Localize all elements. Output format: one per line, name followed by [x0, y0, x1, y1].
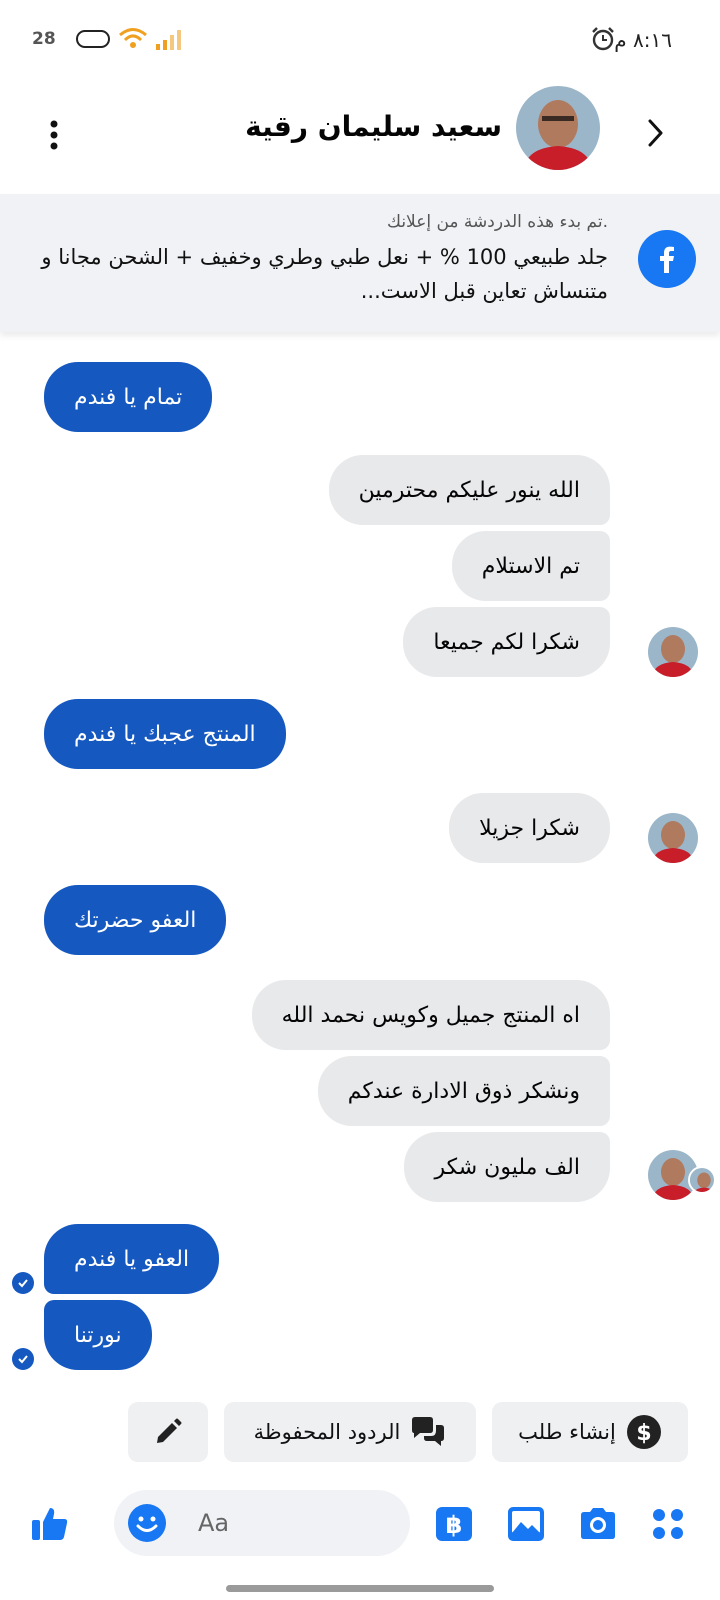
- alarm-icon: [592, 27, 614, 51]
- edit-button[interactable]: [128, 1402, 208, 1462]
- back-button[interactable]: [630, 108, 680, 158]
- saved-replies-button[interactable]: الردود المحفوظة: [224, 1402, 476, 1462]
- message-input[interactable]: [198, 1490, 388, 1556]
- gallery-button[interactable]: [504, 1502, 548, 1546]
- dollar-icon: $: [626, 1415, 661, 1449]
- delivered-check-icon: [12, 1348, 34, 1370]
- sender-avatar[interactable]: [648, 813, 698, 863]
- create-order-label: إنشاء طلب: [518, 1420, 616, 1444]
- camera-icon: [581, 1508, 615, 1539]
- back-icon: [648, 119, 663, 147]
- home-indicator[interactable]: [226, 1585, 494, 1592]
- sent-message[interactable]: نورتنا: [44, 1300, 152, 1370]
- signal-icon: [156, 30, 181, 50]
- received-message[interactable]: اه المنتج جميل وكويس نحمد الله: [251, 980, 610, 1050]
- svg-text:$: $: [636, 1421, 651, 1446]
- more-options-button[interactable]: [34, 110, 74, 160]
- chat-bubbles-icon: [412, 1417, 445, 1446]
- read-receipt-avatar: [688, 1166, 716, 1194]
- apps-button[interactable]: [646, 1502, 690, 1546]
- facebook-icon: [638, 230, 696, 288]
- ad-origin-banner[interactable]: .تم بدء هذه الدردشة من إعلانك جلد طبيعي …: [0, 194, 720, 332]
- received-message[interactable]: الله ينور عليكم محترمين: [328, 455, 610, 525]
- contact-name[interactable]: سعيد سليمان رقية: [245, 110, 502, 143]
- sent-message[interactable]: تمام يا فندم: [44, 362, 213, 432]
- sender-avatar[interactable]: [648, 627, 698, 677]
- baht-icon: ฿: [436, 1507, 472, 1541]
- received-message[interactable]: الف مليون شكر: [404, 1132, 610, 1202]
- sent-message[interactable]: المنتج عجبك يا فندم: [44, 699, 286, 769]
- status-bar: 28 ٨:١٦ م: [0, 0, 720, 80]
- battery-indicator: 28: [32, 28, 112, 50]
- like-button[interactable]: [28, 1502, 72, 1546]
- ad-text: جلد طبيعي 100 % + نعل طبي وطري وخفيف + ا…: [41, 245, 608, 303]
- ad-origin-note: .تم بدء هذه الدردشة من إعلانك: [387, 212, 608, 232]
- message-composer[interactable]: [114, 1490, 410, 1556]
- received-message[interactable]: شكرا جزيلا: [449, 793, 610, 863]
- received-message[interactable]: ونشكر ذوق الادارة عندكم: [317, 1056, 610, 1126]
- delivered-check-icon: [12, 1272, 34, 1294]
- received-message[interactable]: تم الاستلام: [451, 531, 610, 601]
- more-icon: [50, 120, 58, 150]
- emoji-icon[interactable]: [126, 1502, 168, 1544]
- payment-button[interactable]: ฿: [432, 1502, 476, 1546]
- svg-text:฿: ฿: [446, 1511, 463, 1539]
- image-icon: [508, 1507, 544, 1541]
- pencil-icon: [157, 1418, 182, 1443]
- like-icon: [32, 1508, 68, 1540]
- sent-message[interactable]: العفو يا فندم: [44, 1224, 220, 1294]
- battery-icon: [76, 30, 110, 48]
- create-order-button[interactable]: $ إنشاء طلب: [492, 1402, 688, 1462]
- battery-level: 28: [32, 29, 56, 49]
- conversation-header: سعيد سليمان رقية: [0, 80, 720, 190]
- apps-icon: [653, 1509, 683, 1539]
- contact-avatar[interactable]: [516, 86, 600, 170]
- camera-button[interactable]: [576, 1502, 620, 1546]
- clock: ٨:١٦ م: [614, 28, 672, 52]
- sent-message[interactable]: العفو حضرتك: [44, 885, 227, 955]
- received-message[interactable]: شكرا لكم جميعا: [403, 607, 610, 677]
- saved-replies-label: الردود المحفوظة: [253, 1420, 401, 1444]
- wifi-icon: [119, 28, 147, 48]
